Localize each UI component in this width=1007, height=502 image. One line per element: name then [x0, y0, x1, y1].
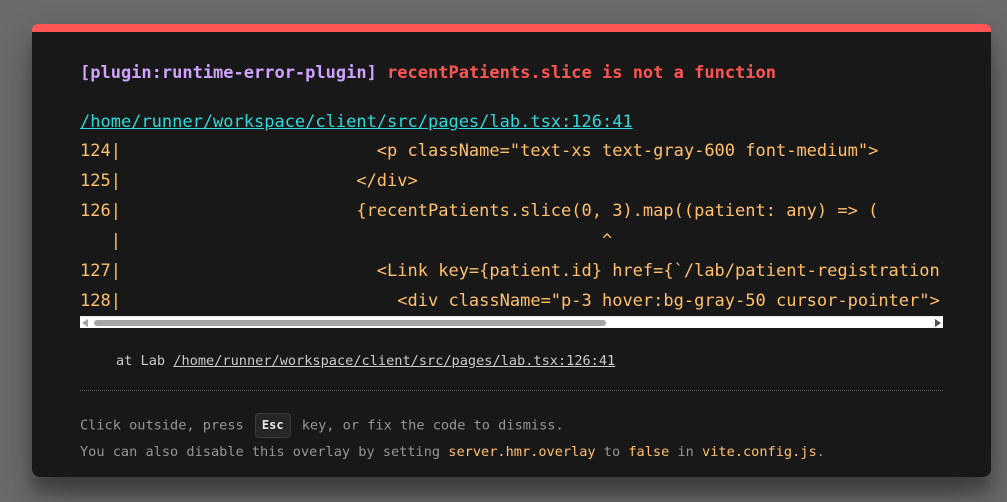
tip-text: to: [595, 444, 629, 460]
tip-text: .: [816, 444, 825, 460]
code-line-126: 126| {recentPatients.slice(0, 3).map((pa…: [80, 201, 879, 221]
disable-overlay-tip: You can also disable this overlay by set…: [80, 442, 825, 462]
stack-prefix: at Lab: [116, 353, 174, 369]
dismiss-tip: Click outside, press Esc key, or fix the…: [80, 413, 564, 438]
stack-trace: at Lab /home/runner/workspace/client/src…: [116, 351, 615, 371]
code-line-124: 124| <p className="text-xs text-gray-600…: [80, 141, 879, 161]
tip-text: in: [669, 444, 703, 460]
file-location-link[interactable]: /home/runner/workspace/client/src/pages/…: [80, 110, 633, 134]
hmr-setting: server.hmr.overlay: [448, 444, 596, 460]
divider: [80, 390, 943, 391]
error-message: [plugin:runtime-error-plugin] recentPati…: [80, 61, 776, 85]
code-line-125: 125| </div>: [80, 171, 418, 191]
error-overlay: [plugin:runtime-error-plugin] recentPati…: [32, 24, 991, 477]
horizontal-scrollbar[interactable]: [80, 316, 943, 328]
scroll-left-icon[interactable]: [82, 319, 88, 327]
code-frame: 124| <p className="text-xs text-gray-600…: [80, 136, 943, 316]
esc-key-badge: Esc: [254, 413, 291, 438]
code-line-127: 127| <Link key={patient.id} href={`/lab/…: [80, 261, 943, 281]
tip-text: Click outside, press: [80, 417, 252, 434]
scroll-thumb[interactable]: [94, 320, 606, 326]
code-caret-line: | ^: [80, 231, 613, 251]
plugin-label: [plugin:runtime-error-plugin]: [80, 63, 377, 83]
false-value: false: [628, 444, 670, 460]
code-line-128: 128| <div className="p-3 hover:bg-gray-5…: [80, 291, 940, 311]
stack-file-link[interactable]: /home/runner/workspace/client/src/pages/…: [173, 353, 615, 369]
error-text: recentPatients.slice is not a function: [387, 63, 776, 83]
config-file: vite.config.js: [702, 444, 817, 460]
tip-text: You can also disable this overlay by set…: [80, 444, 449, 460]
scroll-right-icon[interactable]: [935, 319, 941, 327]
tip-text: key, or fix the code to dismiss.: [293, 417, 564, 434]
